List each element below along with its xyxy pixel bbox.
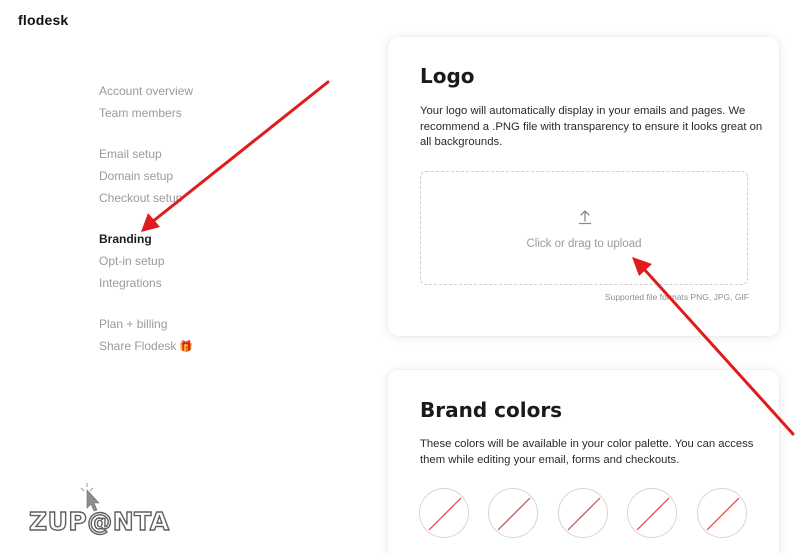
sidebar-item-email-setup[interactable]: Email setup xyxy=(99,147,162,161)
sidebar-item-branding[interactable]: Branding xyxy=(99,232,152,246)
no-color-icon xyxy=(706,497,740,531)
upload-arrow-icon xyxy=(578,210,592,225)
no-color-icon xyxy=(497,497,531,531)
sidebar-item-opt-in-setup[interactable]: Opt-in setup xyxy=(99,254,164,268)
sidebar-item-checkout-setup[interactable]: Checkout setup xyxy=(99,191,182,205)
sidebar-item-account-overview[interactable]: Account overview xyxy=(99,84,193,98)
watermark-logo: ZUP@NTA xyxy=(28,483,170,537)
color-swatch-empty[interactable] xyxy=(697,488,747,538)
no-color-icon xyxy=(428,497,462,531)
watermark-text: ZUP@NTA xyxy=(29,507,170,536)
upload-label: Click or drag to upload xyxy=(526,238,642,250)
brand-colors-description: These colors will be available in your c… xyxy=(420,438,754,466)
no-color-icon xyxy=(636,497,670,531)
sidebar-item-integrations[interactable]: Integrations xyxy=(99,276,162,290)
color-swatch-empty[interactable] xyxy=(488,488,538,538)
no-color-icon xyxy=(567,497,601,531)
app-logo[interactable]: flodesk xyxy=(18,12,68,28)
sidebar-item-team-members[interactable]: Team members xyxy=(99,106,182,120)
logo-card-description: Your logo will automatically display in … xyxy=(420,105,763,148)
sidebar-item-label: Share Flodesk xyxy=(99,339,177,353)
color-swatch-empty[interactable] xyxy=(558,488,608,538)
sidebar-item-plan-billing[interactable]: Plan + billing xyxy=(99,317,167,331)
color-swatch-empty[interactable] xyxy=(419,488,469,538)
sidebar-item-domain-setup[interactable]: Domain setup xyxy=(99,169,173,183)
logo-upload-dropzone[interactable]: Click or drag to upload xyxy=(420,171,748,285)
brand-colors-title: Brand colors xyxy=(420,398,563,422)
logo-card-title: Logo xyxy=(420,64,475,88)
arrow-to-branding xyxy=(141,80,330,232)
logo-card: Logo Your logo will automatically displa… xyxy=(388,37,779,336)
gift-icon: 🎁 xyxy=(179,341,194,353)
sidebar-item-share-flodesk[interactable]: Share Flodesk 🎁 xyxy=(99,339,193,354)
brand-colors-card: Brand colors These colors will be availa… xyxy=(388,370,779,553)
supported-formats-note: Supported file formats PNG, JPG, GIF xyxy=(604,292,749,302)
color-swatch-empty[interactable] xyxy=(627,488,677,538)
